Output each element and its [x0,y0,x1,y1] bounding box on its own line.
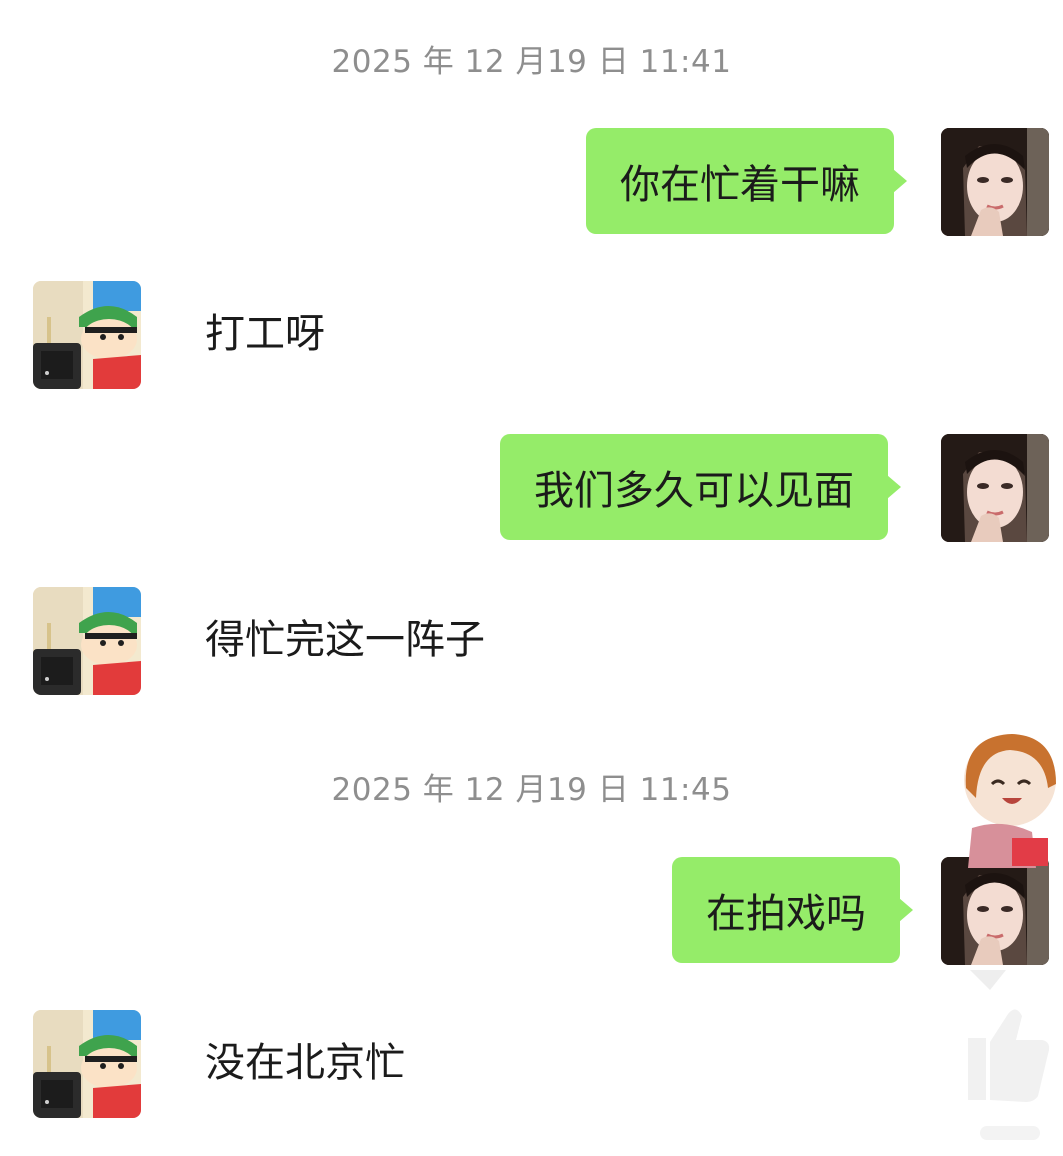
incoming-message-text[interactable]: 打工呀 [205,309,325,359]
incoming-message-text[interactable]: 得忙完这一阵子 [205,615,485,665]
anime-girl-sticker [952,728,1063,868]
cartoon-avatar[interactable] [33,281,141,389]
chat-view: 2025 年 12 月19 日 11:41 你在忙着干嘛 打工呀 我们多久可以见… [0,0,1063,1152]
outgoing-message-bubble[interactable]: 我们多久可以见面 [500,434,901,540]
timestamp: 2025 年 12 月19 日 11:45 [331,772,732,808]
outgoing-message-bubble[interactable]: 你在忙着干嘛 [586,128,907,234]
incoming-message-text[interactable]: 没在北京忙 [205,1038,405,1088]
timestamp: 2025 年 12 月19 日 11:41 [331,44,732,80]
cartoon-avatar[interactable] [33,587,141,695]
woman-avatar[interactable] [941,128,1049,236]
cartoon-avatar[interactable] [33,1010,141,1118]
outgoing-message-bubble[interactable]: 在拍戏吗 [672,857,913,963]
thumbs-up-icon [950,930,1063,1152]
woman-avatar[interactable] [941,434,1049,542]
